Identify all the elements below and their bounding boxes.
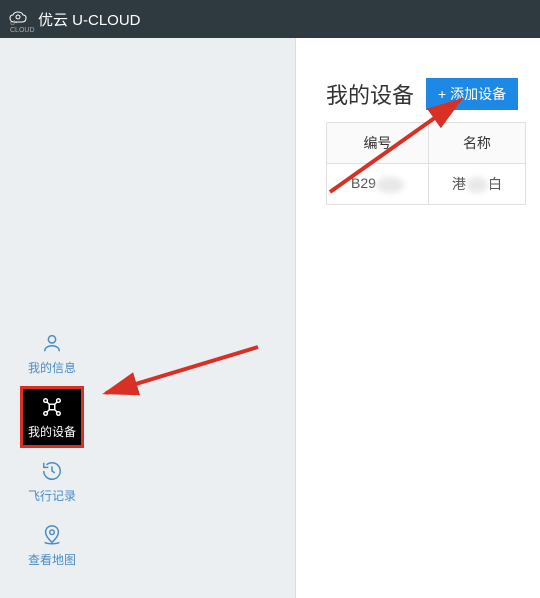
sidebar-nav: 我的信息 我的设备 xyxy=(20,322,84,578)
cell-id: B29 xyxy=(327,164,429,205)
sidebar-item-label: 飞行记录 xyxy=(28,487,76,504)
sidebar: 我的信息 我的设备 xyxy=(0,38,296,598)
sidebar-item-my-info[interactable]: 我的信息 xyxy=(20,322,84,384)
user-icon xyxy=(40,331,64,355)
sidebar-item-label: 查看地图 xyxy=(28,551,76,568)
table-header-row: 编号 名称 xyxy=(327,123,526,164)
content-header: 我的设备 + 添加设备 xyxy=(326,78,540,110)
map-pin-icon xyxy=(40,523,64,547)
sidebar-item-view-map[interactable]: 查看地图 xyxy=(20,514,84,576)
sidebar-item-my-devices[interactable]: 我的设备 xyxy=(20,386,84,448)
cell-name: 港白 xyxy=(428,164,525,205)
content-area: 我的设备 + 添加设备 编号 名称 B29 港白 xyxy=(296,38,540,598)
logo: U-CLOUD 优云 U-CLOUD xyxy=(8,9,141,30)
sidebar-item-label: 我的信息 xyxy=(28,359,76,376)
cloud-logo-icon: U-CLOUD xyxy=(8,10,32,28)
col-name: 名称 xyxy=(428,123,525,164)
add-device-button[interactable]: + 添加设备 xyxy=(426,78,518,110)
logo-subtext: U-CLOUD xyxy=(10,20,35,34)
devices-table: 编号 名称 B29 港白 xyxy=(326,122,526,205)
brand-title: 优云 U-CLOUD xyxy=(38,9,141,30)
sidebar-item-flight-records[interactable]: 飞行记录 xyxy=(20,450,84,512)
app-header: U-CLOUD 优云 U-CLOUD xyxy=(0,0,540,38)
table-row[interactable]: B29 港白 xyxy=(327,164,526,205)
sidebar-item-label: 我的设备 xyxy=(28,423,76,440)
col-id: 编号 xyxy=(327,123,429,164)
clock-icon xyxy=(40,459,64,483)
main-layout: 我的信息 我的设备 xyxy=(0,38,540,598)
page-title: 我的设备 xyxy=(326,78,414,110)
drone-icon xyxy=(40,395,64,419)
